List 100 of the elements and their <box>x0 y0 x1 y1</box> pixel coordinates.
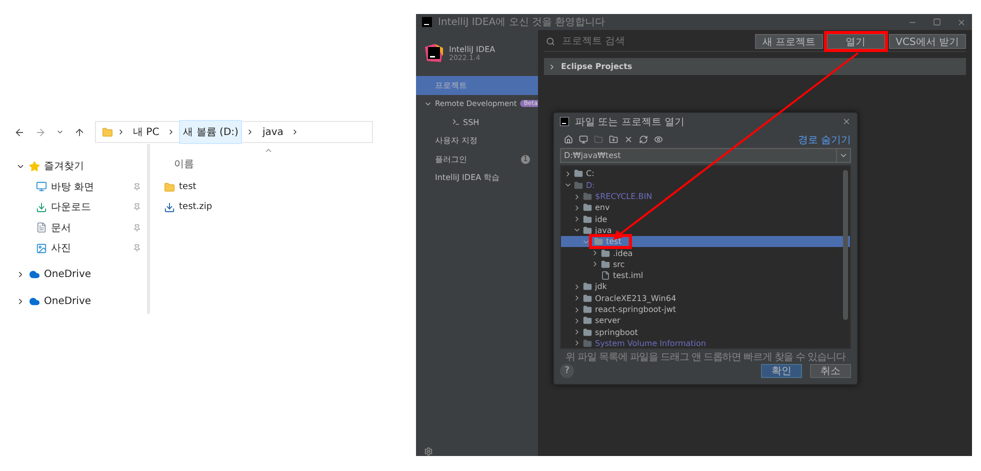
tree-row[interactable]: .idea <box>561 247 850 259</box>
sidebar-label[interactable]: 즐겨찾기 <box>44 159 147 174</box>
tree-row[interactable]: java <box>561 224 850 236</box>
pin-icon[interactable] <box>133 224 141 232</box>
file-row[interactable]: test <box>164 177 373 197</box>
chevron-right-icon[interactable] <box>591 260 599 268</box>
tree-row[interactable]: src <box>561 258 850 270</box>
sidebar-label[interactable]: 다운로드 <box>51 200 129 214</box>
recent-dropdown-icon[interactable] <box>56 128 64 136</box>
tree-row[interactable]: jdk <box>561 281 850 293</box>
chevron-right-icon[interactable] <box>573 306 581 314</box>
sidebar-item[interactable]: 바탕 화면 <box>6 176 147 197</box>
desktop-icon[interactable] <box>579 135 588 144</box>
nav-item[interactable]: 사용자 지정 <box>416 132 538 150</box>
sidebar-item[interactable]: OneDrive <box>6 264 147 285</box>
show-hidden-icon[interactable] <box>654 135 663 144</box>
chevron-right-icon[interactable] <box>573 215 581 224</box>
toolbar-button[interactable]: 열기 <box>826 34 885 49</box>
chevron-right-icon[interactable] <box>573 339 581 348</box>
chevron-right-icon[interactable] <box>573 204 581 212</box>
back-icon[interactable] <box>14 126 25 138</box>
chevron-right-icon[interactable] <box>573 294 581 302</box>
sidebar-item[interactable]: 문서 <box>6 218 147 238</box>
close-icon[interactable] <box>842 117 851 126</box>
sidebar-item[interactable]: 즐겨찾기 <box>6 156 147 176</box>
sidebar-label[interactable]: 바탕 화면 <box>51 180 129 194</box>
nav-label[interactable]: 사용자 지정 <box>435 135 530 146</box>
tree-row[interactable]: server <box>561 315 850 326</box>
nav-label[interactable]: SSH <box>463 118 530 127</box>
chevron-right-icon[interactable] <box>591 249 599 258</box>
tree-item-label[interactable]: server <box>595 316 620 326</box>
chevron-right-icon[interactable] <box>573 282 581 291</box>
nav-label[interactable]: IntelliJ IDEA 학습 <box>435 172 530 184</box>
hide-path-link[interactable]: 경로 숨기기 <box>798 132 851 146</box>
dialog-button[interactable]: 확인 <box>761 364 802 378</box>
sidebar-item[interactable]: 다운로드 <box>6 197 147 218</box>
refresh-icon[interactable] <box>639 135 648 144</box>
nav-item[interactable]: IntelliJ IDEA 학습 <box>416 168 538 187</box>
search-field[interactable]: 프로젝트 검색 <box>560 35 680 48</box>
sidebar-label[interactable]: OneDrive <box>44 269 147 280</box>
new-folder-icon[interactable] <box>609 135 618 144</box>
chevron-right-icon[interactable] <box>573 316 581 325</box>
tree-item-label[interactable]: react-springboot-jwt <box>595 305 676 314</box>
tree-row[interactable]: OracleXE213_Win64 <box>561 292 850 304</box>
chevron-right-icon[interactable] <box>16 270 25 280</box>
settings-icon[interactable] <box>424 447 433 456</box>
column-header[interactable]: 이름 <box>164 157 194 171</box>
sidebar-item[interactable]: OneDrive <box>6 291 147 312</box>
tree-item-label[interactable]: C: <box>586 169 594 178</box>
chevron-right-icon[interactable] <box>564 170 572 178</box>
nav-label[interactable]: 플러그인 <box>435 154 518 165</box>
up-icon[interactable] <box>74 126 85 138</box>
tree-row[interactable]: test.iml <box>561 270 850 282</box>
tree-row[interactable]: env <box>561 202 850 214</box>
dialog-button[interactable]: 취소 <box>810 364 851 378</box>
chevron-right-icon[interactable] <box>573 192 581 201</box>
tree-item-label[interactable]: .idea <box>613 248 633 258</box>
dropdown-button[interactable] <box>837 148 851 164</box>
breadcrumb-item[interactable]: 내 PC <box>129 120 164 144</box>
file-name[interactable]: test.zip <box>179 202 212 212</box>
pin-icon[interactable] <box>133 182 141 191</box>
tree-row[interactable]: springboot <box>561 326 850 338</box>
home-icon[interactable] <box>564 135 573 144</box>
tree-row[interactable]: ide <box>561 214 850 225</box>
sort-caret-icon[interactable] <box>264 146 273 155</box>
file-name[interactable]: test <box>179 182 196 192</box>
sidebar-label[interactable]: 문서 <box>51 220 129 235</box>
tree-item-label[interactable]: test.iml <box>613 271 644 280</box>
tree-item-label[interactable]: ide <box>595 214 608 224</box>
path-field[interactable]: D:₩java₩test <box>560 148 837 164</box>
close-icon[interactable] <box>957 18 966 26</box>
tree-item-label[interactable]: OracleXE213_Win64 <box>595 294 676 303</box>
maximize-icon[interactable] <box>933 18 941 26</box>
sidebar-label[interactable]: 사진 <box>51 241 129 256</box>
nav-item[interactable]: SSH <box>416 113 538 132</box>
tree-item-label[interactable]: springboot <box>595 328 638 337</box>
breadcrumb-item[interactable]: 새 볼륨 (D:) <box>179 120 242 144</box>
tree-item-label[interactable]: jdk <box>595 282 607 292</box>
chevron-right-icon[interactable] <box>117 128 125 136</box>
toolbar-button[interactable]: VCS에서 받기 <box>888 34 966 49</box>
tree-row[interactable]: react-springboot-jwt <box>561 304 850 316</box>
tree-item-label[interactable]: src <box>613 260 625 269</box>
address-bar[interactable]: 내 PC 새 볼륨 (D:) java <box>95 121 373 143</box>
sidebar-label[interactable]: OneDrive <box>44 296 147 307</box>
pin-icon[interactable] <box>133 203 141 212</box>
tree-item-label[interactable]: env <box>595 203 610 212</box>
scrollbar[interactable] <box>843 170 848 320</box>
toolbar-button[interactable]: 새 프로젝트 <box>755 34 823 49</box>
tree-row[interactable]: C: <box>561 168 850 180</box>
file-row[interactable]: test.zip <box>164 197 373 217</box>
pin-icon[interactable] <box>133 244 141 252</box>
sidebar-item[interactable]: 사진 <box>6 238 147 258</box>
tree-item-label[interactable]: java <box>595 226 612 235</box>
chevron-right-icon[interactable] <box>573 328 581 336</box>
group-label[interactable]: Eclipse Projects <box>561 62 632 71</box>
help-button[interactable]: ? <box>560 364 574 378</box>
breadcrumb-item[interactable]: java <box>258 122 288 142</box>
delete-icon[interactable] <box>624 135 633 144</box>
project-group[interactable]: Eclipse Projects <box>544 58 966 75</box>
chevron-right-icon[interactable] <box>16 296 25 306</box>
